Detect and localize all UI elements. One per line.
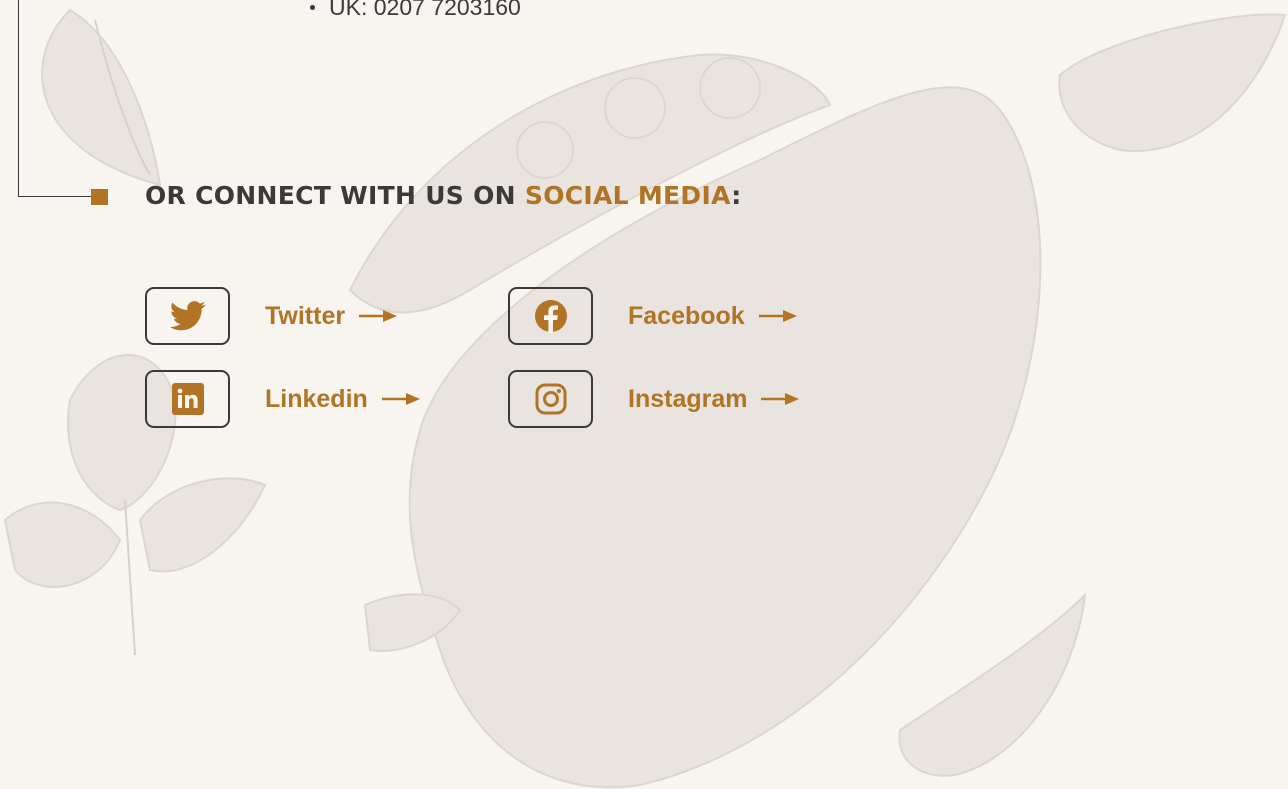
- twitter-bird-icon: [169, 301, 205, 331]
- heading-suffix: :: [731, 181, 742, 210]
- instagram-icon: [535, 383, 566, 415]
- twitter-link[interactable]: Twitter: [145, 287, 398, 345]
- garlic-clove-sketch: [1058, 13, 1287, 152]
- connector-line-horizontal: [18, 196, 92, 197]
- garlic-clove-sketch: [898, 592, 1087, 777]
- arrow-right-icon: [359, 310, 398, 322]
- facebook-link[interactable]: Facebook: [508, 287, 797, 345]
- twitter-icon-box[interactable]: [145, 287, 230, 345]
- linkedin-label[interactable]: Linkedin: [265, 385, 368, 414]
- pepper-stem-sketch: [363, 593, 462, 652]
- bullet-icon: [310, 5, 315, 10]
- heading-prefix: OR CONNECT WITH US ON: [145, 181, 525, 210]
- phone-uk-text: UK: 0207 7203160: [329, 0, 521, 20]
- parsley-sketch: [138, 477, 267, 573]
- facebook-label[interactable]: Facebook: [628, 302, 745, 331]
- instagram-label[interactable]: Instagram: [628, 385, 747, 414]
- arrow-right-icon: [758, 310, 797, 322]
- instagram-icon-box[interactable]: [508, 370, 593, 428]
- connector-square-marker: [91, 189, 108, 205]
- facebook-icon-box[interactable]: [508, 287, 593, 345]
- connector-line-vertical: [18, 0, 19, 196]
- arrow-right-icon: [381, 393, 420, 405]
- linkedin-icon-box[interactable]: [145, 370, 230, 428]
- contact-phone-uk: UK: 0207 7203160: [310, 0, 521, 21]
- twitter-label[interactable]: Twitter: [265, 302, 345, 331]
- arrow-right-icon: [761, 393, 800, 405]
- linkedin-link[interactable]: Linkedin: [145, 370, 420, 428]
- parsley-sketch: [3, 501, 122, 588]
- linkedin-icon: [171, 383, 204, 415]
- garlic-clove-sketch: [41, 8, 162, 187]
- instagram-link[interactable]: Instagram: [508, 370, 800, 428]
- heading-accent: SOCIAL MEDIA: [524, 181, 732, 210]
- social-section-heading: OR CONNECT WITH US ON SOCIAL MEDIA:: [145, 181, 742, 210]
- facebook-icon: [534, 300, 567, 333]
